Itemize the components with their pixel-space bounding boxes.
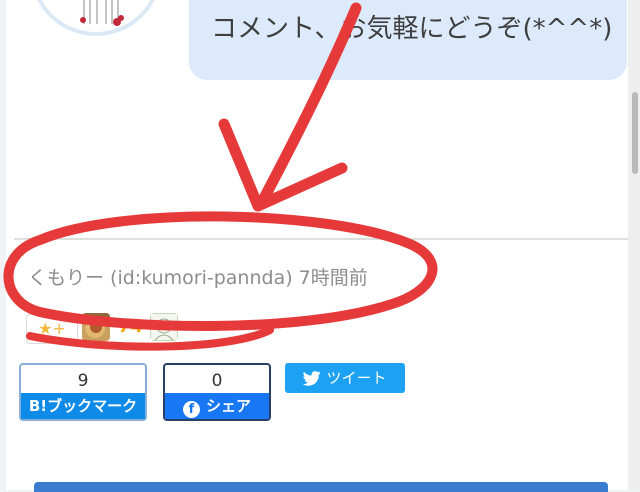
hatena-bookmark-count: 9 — [77, 371, 89, 391]
food-photo-icon — [82, 313, 110, 341]
facebook-share-label-wrap: f シェア — [165, 393, 269, 419]
sketch-avatar-icon — [150, 313, 178, 341]
hatena-bookmark-button[interactable]: 9 B!ブックマーク — [19, 363, 147, 421]
star-user-avatar[interactable] — [82, 313, 110, 341]
star-count[interactable]: 74 — [118, 316, 143, 337]
next-section-bar — [34, 482, 608, 492]
facebook-share-count: 0 — [211, 371, 223, 391]
add-star-button[interactable]: ★+ — [26, 314, 78, 344]
avatar-illustration — [44, 0, 148, 30]
scrollbar[interactable] — [628, 0, 640, 490]
blog-page: コメント、お気軽にどうぞ(*^^*) くもりー (id:kumori-pannd… — [6, 0, 629, 492]
author-avatar[interactable] — [30, 0, 162, 36]
divider — [14, 238, 629, 240]
hatena-bookmark-label: B!ブックマーク — [21, 393, 145, 419]
tweet-label: ツイート — [326, 369, 387, 387]
comment-bubble: コメント、お気軽にどうぞ(*^^*) — [189, 0, 627, 80]
entry-author-meta[interactable]: くもりー (id:kumori-pannda) 7時間前 — [28, 263, 368, 290]
scrollbar-thumb[interactable] — [632, 92, 638, 174]
twitter-bird-icon — [303, 371, 322, 386]
facebook-share-button[interactable]: 0 f シェア — [163, 363, 271, 421]
star-plus-icon: ★+ — [38, 319, 66, 338]
facebook-icon: f — [182, 401, 200, 418]
comment-bubble-text: コメント、お気軽にどうぞ(*^^*) — [211, 14, 613, 44]
facebook-share-label: シェア — [205, 397, 251, 415]
tweet-button[interactable]: ツイート — [285, 363, 405, 393]
star-user-avatar-2[interactable] — [150, 313, 178, 341]
